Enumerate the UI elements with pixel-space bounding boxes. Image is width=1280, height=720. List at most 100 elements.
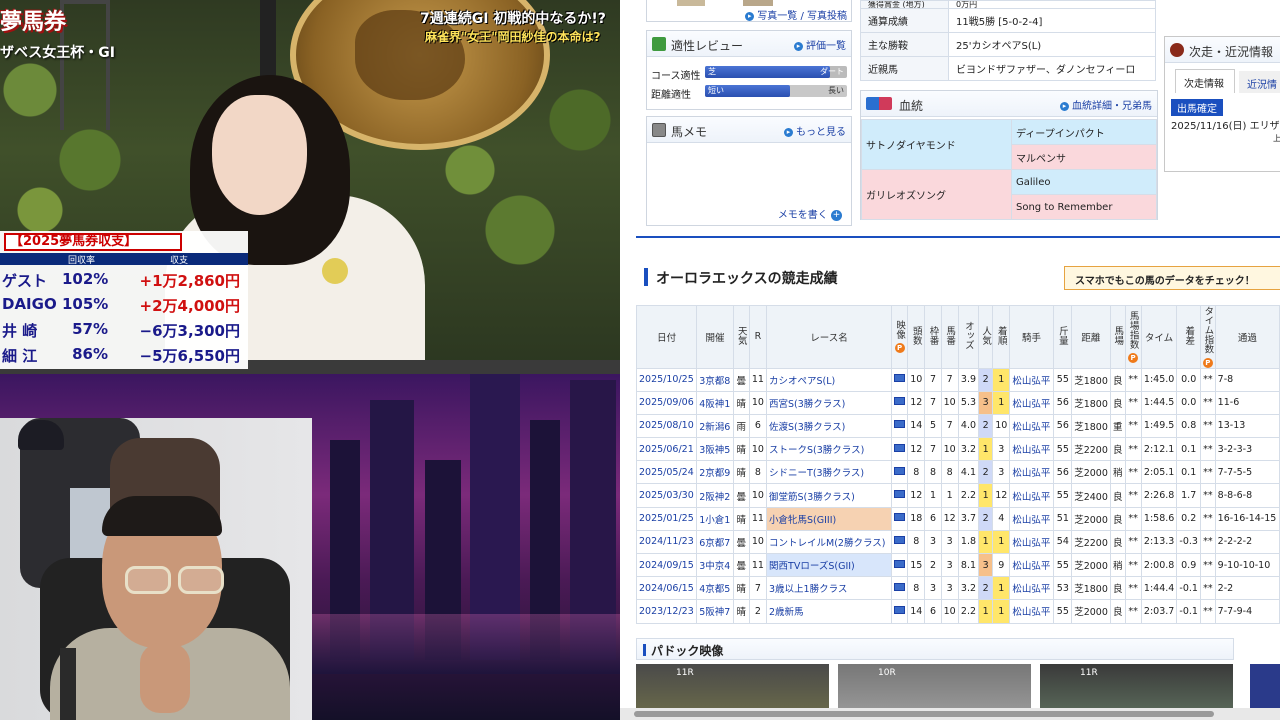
- result-cell[interactable]: 関西TVローズS(GII): [766, 552, 893, 578]
- results-header-cell: 日付: [635, 305, 698, 369]
- video-icon[interactable]: [891, 390, 909, 415]
- result-cell: 1: [992, 367, 1011, 392]
- tab-recent[interactable]: 近況情: [1239, 71, 1280, 93]
- dam-dam[interactable]: Song to Remember: [1011, 194, 1157, 220]
- video-icon[interactable]: [891, 506, 909, 531]
- result-cell[interactable]: 松山弘平: [1009, 460, 1054, 485]
- result-cell[interactable]: 5阪神7: [696, 599, 734, 624]
- result-cell[interactable]: 3歳以上1勝クラス: [766, 576, 893, 601]
- video-icon[interactable]: [891, 367, 909, 392]
- video-icon[interactable]: [891, 529, 909, 555]
- smartphone-banner[interactable]: スマホでもこの馬のデータをチェック！: [1064, 266, 1280, 290]
- video-icon[interactable]: [891, 599, 909, 624]
- result-cell[interactable]: 2025/06/21: [635, 437, 698, 462]
- result-cell[interactable]: 2新潟6: [696, 413, 734, 439]
- next-race-title: 次走・近況情報: [1189, 45, 1274, 59]
- paddock-video-thumb[interactable]: 11R: [1040, 664, 1233, 714]
- sire-sire[interactable]: ディープインパクト: [1011, 119, 1157, 145]
- video-icon: [894, 605, 906, 614]
- results-header-cell: オッズ: [957, 305, 980, 369]
- result-cell[interactable]: 4阪神1: [696, 390, 734, 415]
- result-cell: 4.0: [957, 413, 980, 439]
- memo-more-link[interactable]: ▸ もっと見る: [784, 123, 846, 138]
- photo-links[interactable]: ▸ 写真一覧 / 写真投稿: [745, 7, 847, 22]
- result-cell[interactable]: 松山弘平: [1009, 437, 1054, 462]
- result-cell: 3: [924, 529, 942, 555]
- result-cell[interactable]: シドニーT(3勝クラス): [766, 460, 893, 485]
- result-cell[interactable]: 2025/03/30: [635, 483, 698, 508]
- aptitude-link[interactable]: ▸ 評価一覧: [794, 37, 846, 52]
- paddock-video-thumb[interactable]: 11R: [636, 664, 829, 714]
- next-race-entry[interactable]: 2025/11/16(日) エリザ: [1171, 117, 1280, 132]
- video-icon[interactable]: [891, 437, 909, 462]
- result-cell[interactable]: コントレイルM(2勝クラス): [766, 529, 893, 555]
- result-cell[interactable]: 2京都9: [696, 460, 734, 485]
- result-cell[interactable]: カシオペアS(L): [766, 367, 893, 392]
- result-cell[interactable]: 2024/06/15: [635, 576, 698, 601]
- result-cell[interactable]: ストークS(3勝クラス): [766, 437, 893, 462]
- result-cell: 芝2400: [1070, 483, 1111, 508]
- paddock-video-thumb[interactable]: 10R: [838, 664, 1031, 714]
- dam[interactable]: ガリレオズソング: [861, 169, 1012, 220]
- sire-dam[interactable]: マルペンサ: [1011, 144, 1157, 170]
- result-cell[interactable]: 松山弘平: [1009, 367, 1054, 392]
- results-header-cell: 着差: [1176, 305, 1202, 369]
- result-cell: -0.3: [1176, 529, 1202, 555]
- dam-sire[interactable]: Galileo: [1011, 169, 1157, 195]
- result-cell[interactable]: 2阪神2: [696, 483, 734, 508]
- result-cell[interactable]: 4京都5: [696, 576, 734, 601]
- result-cell[interactable]: 西宮S(3勝クラス): [766, 390, 893, 415]
- race-results-table: 日付 開催 天気 R レース名 映像 P 頭数 枠番 馬番 オッズ 人気 着順 騎手 斤量 距離 馬場 馬場指数 P…: [635, 305, 1280, 624]
- result-cell[interactable]: 3中京4: [696, 552, 734, 578]
- result-cell: 12: [907, 390, 926, 415]
- result-cell[interactable]: 松山弘平: [1009, 529, 1054, 555]
- pedigree-box: 血統 ▸ 血統詳細・兄弟馬 サトノダイヤモンド ディープインパクト マルペンサ ガリ…: [860, 90, 1158, 220]
- result-cell: 1:49.5: [1140, 413, 1178, 439]
- course-aptitude-label: コース適性: [651, 71, 701, 82]
- horizontal-scrollbar[interactable]: [620, 708, 1280, 720]
- result-cell[interactable]: 2025/08/10: [635, 413, 698, 439]
- result-cell[interactable]: 松山弘平: [1009, 413, 1054, 439]
- result-cell[interactable]: 2025/10/25: [635, 367, 698, 392]
- result-cell[interactable]: 御堂筋S(3勝クラス): [766, 483, 893, 508]
- results-header-cell: 斤量: [1052, 305, 1072, 369]
- city-glow: [310, 614, 620, 674]
- result-cell[interactable]: 2025/05/24: [635, 460, 698, 485]
- result-cell[interactable]: 松山弘平: [1009, 599, 1054, 624]
- result-cell[interactable]: 2歳新馬: [766, 599, 893, 624]
- result-cell[interactable]: 松山弘平: [1009, 576, 1054, 601]
- result-cell: 7-7-5-5: [1214, 460, 1280, 485]
- scrollbar-thumb[interactable]: [634, 711, 1214, 717]
- paddock-video-thumb[interactable]: [1250, 664, 1280, 714]
- result-cell[interactable]: 2024/11/23: [635, 529, 698, 555]
- result-cell[interactable]: 松山弘平: [1009, 506, 1054, 531]
- video-icon[interactable]: [891, 552, 909, 578]
- result-cell: 10: [748, 529, 768, 555]
- result-cell[interactable]: 松山弘平: [1009, 390, 1054, 415]
- header-text: レース名: [810, 332, 848, 344]
- result-cell[interactable]: 3京都8: [696, 367, 734, 392]
- result-cell: 8: [924, 460, 942, 485]
- result-cell[interactable]: 2025/09/06: [635, 390, 698, 415]
- result-cell[interactable]: 1小倉1: [696, 506, 734, 531]
- result-cell[interactable]: 3阪神5: [696, 437, 734, 462]
- result-cell[interactable]: 2024/09/15: [635, 552, 698, 578]
- result-cell[interactable]: 佐渡S(3勝クラス): [766, 413, 893, 439]
- tab-next-race[interactable]: 次走情報: [1175, 69, 1235, 93]
- video-icon[interactable]: [891, 483, 909, 508]
- result-cell[interactable]: 2025/01/25: [635, 506, 698, 531]
- result-cell[interactable]: 2023/12/23: [635, 599, 698, 624]
- result-cell[interactable]: 小倉牝馬S(GIII): [766, 506, 893, 531]
- result-cell[interactable]: 6京都7: [696, 529, 734, 555]
- video-icon[interactable]: [891, 460, 909, 485]
- sire[interactable]: サトノダイヤモンド: [861, 119, 1012, 170]
- result-cell: 晴: [732, 576, 750, 601]
- video-icon[interactable]: [891, 413, 909, 439]
- video-icon[interactable]: [891, 576, 909, 601]
- write-memo-link[interactable]: メモを書く +: [778, 206, 845, 221]
- result-cell[interactable]: 松山弘平: [1009, 483, 1054, 508]
- next-race-small: 上: [1273, 134, 1280, 143]
- result-cell[interactable]: 松山弘平: [1009, 552, 1054, 578]
- pedigree-link[interactable]: ▸ 血統詳細・兄弟馬: [1060, 97, 1152, 112]
- photo-links-text: 写真一覧 / 写真投稿: [757, 11, 847, 22]
